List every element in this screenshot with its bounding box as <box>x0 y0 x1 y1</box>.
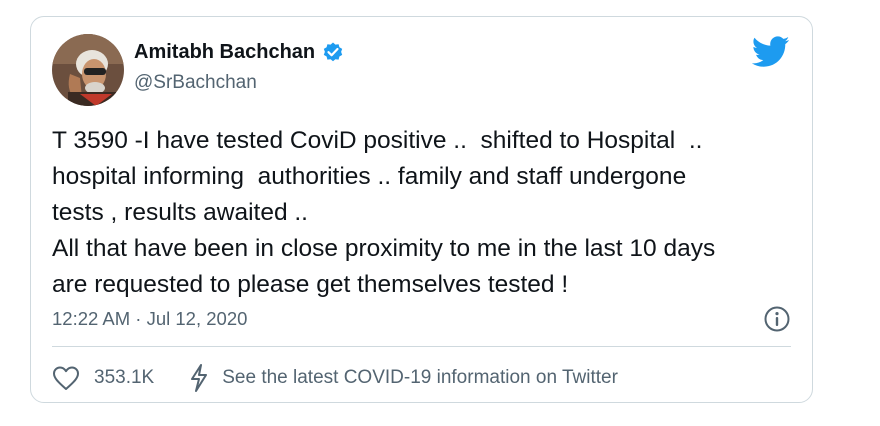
author-display-name[interactable]: Amitabh Bachchan <box>134 41 315 64</box>
tweet-text-line: All that have been in close proximity to… <box>52 235 716 262</box>
avatar[interactable] <box>52 34 124 106</box>
tweet-timestamp[interactable]: 12:22 AM · Jul 12, 2020 <box>52 308 247 330</box>
like-count[interactable]: 353.1K <box>94 367 154 389</box>
divider <box>52 346 791 347</box>
covid-info-link[interactable]: See the latest COVID-19 information on T… <box>222 367 618 389</box>
twitter-bird-icon[interactable] <box>751 36 790 68</box>
tweet-text-line: hospital informing authorities .. family… <box>52 163 687 190</box>
verified-badge-icon <box>321 40 345 64</box>
action-bar: 353.1K See the latest COVID-19 informati… <box>52 363 618 393</box>
heart-icon[interactable] <box>52 365 80 391</box>
lightning-bolt-icon <box>188 363 210 393</box>
tweet-text-line: T 3590 -I have tested CoviD positive .. … <box>52 127 703 154</box>
tweet-text-line: are requested to please get themselves t… <box>52 271 569 298</box>
author-name-row[interactable]: Amitabh Bachchan <box>134 40 345 64</box>
info-icon[interactable] <box>763 305 791 333</box>
tweet-card[interactable]: Amitabh Bachchan @SrBachchan T 3590 -I h… <box>30 16 813 403</box>
tweet-text-line: tests , results awaited .. <box>52 199 308 226</box>
tweet-text: T 3590 -I have tested CoviD positive .. … <box>52 123 797 303</box>
author-handle[interactable]: @SrBachchan <box>134 72 257 94</box>
